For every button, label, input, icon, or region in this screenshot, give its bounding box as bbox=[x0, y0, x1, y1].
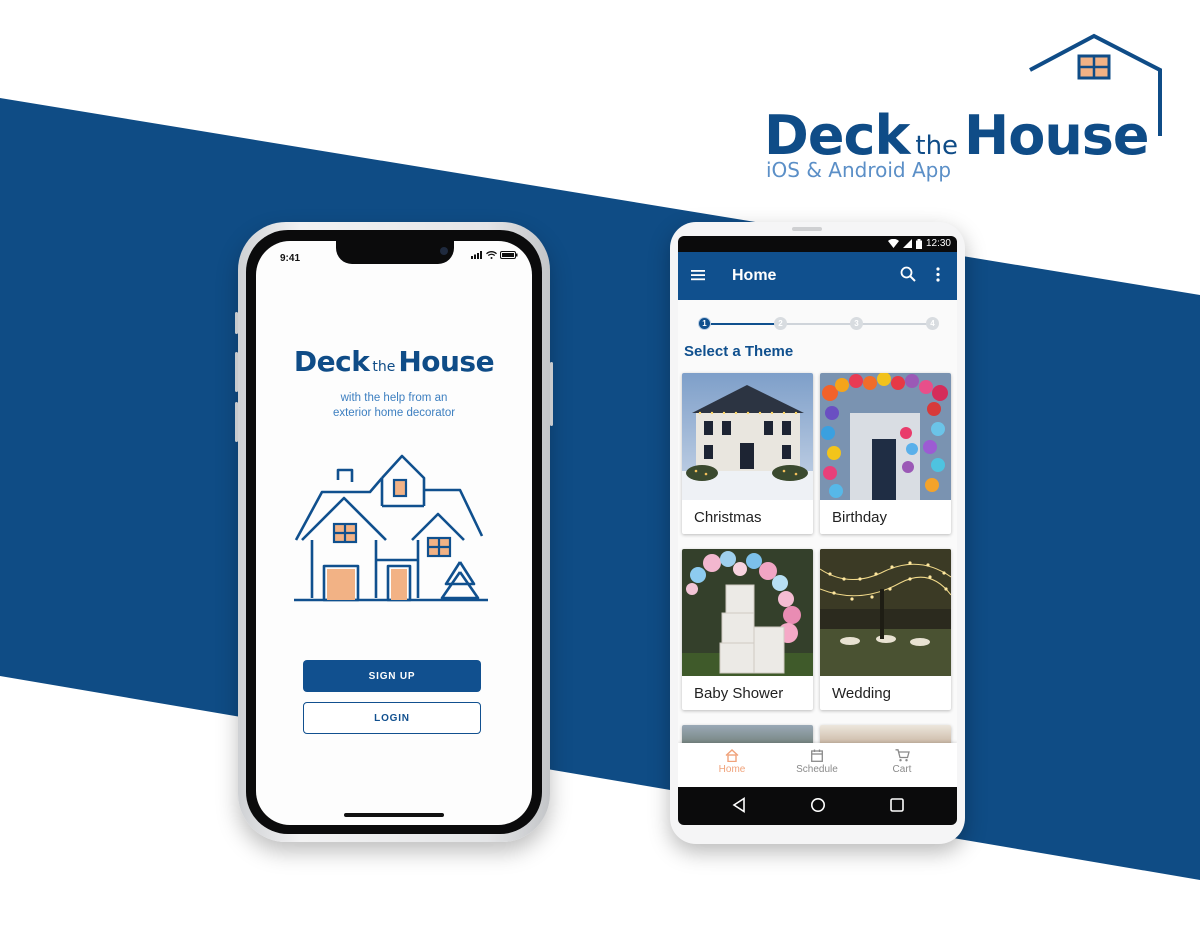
login-button[interactable]: LOGIN bbox=[303, 702, 481, 734]
nav-item-home[interactable]: Home bbox=[697, 749, 767, 775]
android-status-icons: 12:30 bbox=[887, 238, 951, 249]
christmas-house-photo bbox=[682, 373, 813, 500]
android-mockup: 12:30 Home 1 2 3 4 Select a Theme Christ… bbox=[670, 222, 965, 844]
brand-title-word-2: House bbox=[964, 104, 1150, 167]
iphone-mute-switch bbox=[235, 312, 238, 334]
recent-apps-icon[interactable] bbox=[890, 798, 904, 812]
ios-logo-word-2: House bbox=[398, 345, 495, 378]
ios-app-logo: Deck the House bbox=[256, 345, 532, 378]
calendar-icon bbox=[811, 749, 823, 762]
iphone-mockup: 9:41 Deck the House with the help from an … bbox=[235, 222, 553, 842]
wedding-lights-photo bbox=[820, 549, 951, 676]
android-system-nav-bar bbox=[678, 787, 957, 825]
search-icon[interactable] bbox=[900, 266, 916, 282]
iphone-volume-up bbox=[235, 352, 238, 392]
house-illustration bbox=[294, 454, 488, 602]
ios-status-icons bbox=[471, 251, 518, 259]
cart-icon bbox=[895, 749, 910, 762]
theme-card-baby-shower[interactable]: Baby Shower bbox=[682, 549, 813, 710]
progress-stepper: 1 2 3 4 bbox=[698, 316, 940, 332]
nav-item-schedule[interactable]: Schedule bbox=[782, 749, 852, 775]
nav-label-home: Home bbox=[718, 764, 746, 775]
front-camera bbox=[440, 247, 448, 255]
android-status-bar: 12:30 bbox=[678, 236, 957, 252]
step-4: 4 bbox=[926, 317, 939, 330]
ios-status-time: 9:41 bbox=[280, 253, 301, 264]
ios-screen: 9:41 Deck the House with the help from an … bbox=[256, 241, 532, 825]
theme-label: Wedding bbox=[832, 685, 891, 702]
app-bar: Home bbox=[678, 252, 957, 300]
step-3: 3 bbox=[850, 317, 863, 330]
ios-tagline-line-1: with the help from an bbox=[340, 392, 448, 404]
ios-logo-word-1: Deck bbox=[293, 345, 370, 378]
nav-item-cart[interactable]: Cart bbox=[867, 749, 937, 775]
ios-tagline: with the help from an exterior home deco… bbox=[256, 391, 532, 421]
android-speaker bbox=[792, 227, 822, 231]
android-screen: 12:30 Home 1 2 3 4 Select a Theme Christ… bbox=[678, 236, 957, 825]
more-options-icon[interactable] bbox=[936, 267, 940, 282]
ios-tagline-line-2: exterior home decorator bbox=[332, 407, 456, 419]
sign-up-button[interactable]: SIGN UP bbox=[303, 660, 481, 692]
baby-shower-photo bbox=[682, 549, 813, 676]
battery-icon bbox=[915, 238, 922, 249]
bottom-navigation: Home Schedule Cart bbox=[678, 743, 957, 787]
cellular-signal-icon bbox=[471, 251, 482, 259]
brand-logo: Deck the House iOS & Android App bbox=[760, 30, 1180, 190]
theme-label: Christmas bbox=[694, 509, 762, 526]
back-icon[interactable] bbox=[732, 797, 746, 813]
theme-card-christmas[interactable]: Christmas bbox=[682, 373, 813, 534]
brand-subtitle: iOS & Android App bbox=[766, 158, 952, 182]
theme-card-wedding[interactable]: Wedding bbox=[820, 549, 951, 710]
iphone-notch bbox=[336, 241, 454, 264]
nav-label-schedule: Schedule bbox=[796, 764, 838, 775]
wifi-icon bbox=[486, 251, 497, 259]
iphone-power-button bbox=[550, 362, 553, 426]
wifi-icon bbox=[887, 239, 899, 248]
cellular-signal-icon bbox=[902, 239, 912, 248]
hamburger-menu-icon[interactable] bbox=[691, 269, 705, 281]
theme-label: Baby Shower bbox=[694, 685, 784, 702]
birthday-balloons-photo bbox=[820, 373, 951, 500]
theme-label: Birthday bbox=[832, 509, 888, 526]
home-icon bbox=[725, 749, 739, 762]
step-2: 2 bbox=[774, 317, 787, 330]
home-circle-icon[interactable] bbox=[810, 797, 826, 813]
android-status-time: 12:30 bbox=[925, 238, 951, 249]
ios-home-indicator bbox=[344, 813, 444, 817]
app-bar-title: Home bbox=[732, 267, 777, 284]
battery-icon bbox=[500, 251, 518, 259]
theme-card-birthday[interactable]: Birthday bbox=[820, 373, 951, 534]
step-1: 1 bbox=[698, 317, 711, 330]
section-title: Select a Theme bbox=[684, 343, 794, 360]
brand-title-small: the bbox=[915, 131, 959, 161]
iphone-volume-down bbox=[235, 402, 238, 442]
ios-logo-small: the bbox=[372, 359, 396, 375]
stepper-progress bbox=[704, 323, 780, 325]
nav-label-cart: Cart bbox=[892, 764, 912, 775]
